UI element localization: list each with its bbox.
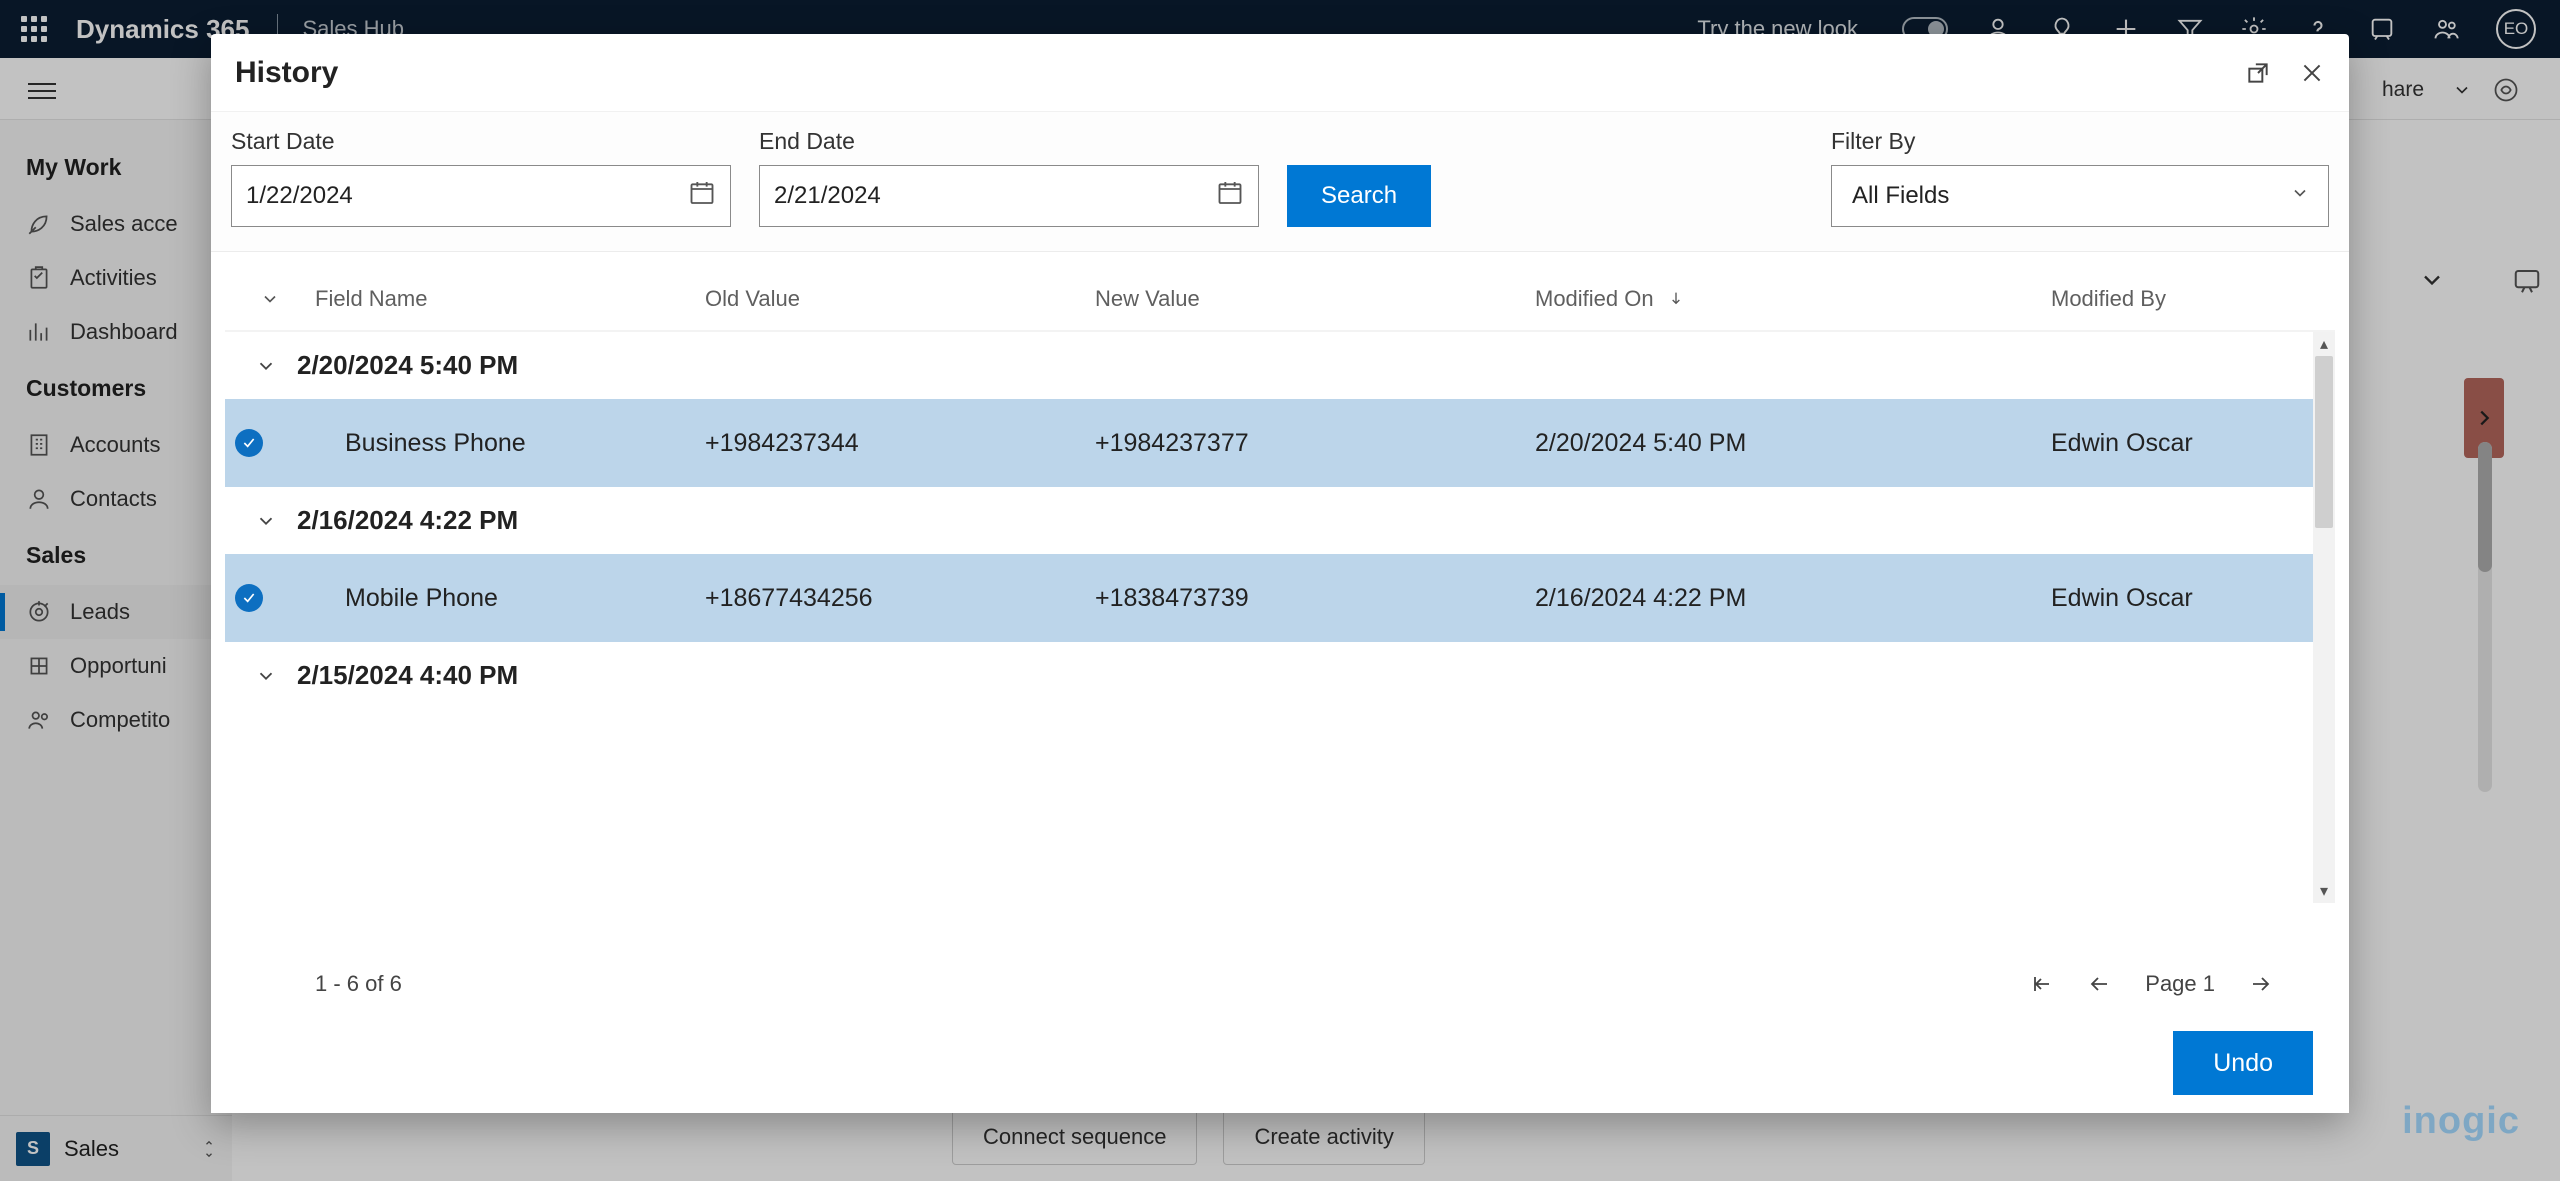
cell-modified-by: Edwin Oscar [2005,429,2335,458]
row-select-check[interactable] [235,584,263,612]
prev-page-icon[interactable] [2087,972,2111,996]
start-date-label: Start Date [231,128,731,155]
scrollbar[interactable]: ▴ ▾ [2313,332,2335,903]
watermark-text: inogic [2402,1100,2520,1142]
watermark: inogic [2402,1100,2520,1143]
history-dialog: History Start Date 1/22/2024 End Date 2/… [211,34,2349,1113]
dialog-title: History [235,56,338,90]
col-new-value[interactable]: New Value [1095,286,1535,312]
calendar-icon[interactable] [688,179,716,214]
group-header[interactable]: 2/20/2024 5:40 PM [225,332,2335,399]
search-button[interactable]: Search [1287,165,1431,227]
history-table: Field Name Old Value New Value Modified … [225,272,2335,1013]
chevron-down-icon [2290,182,2310,210]
group-header[interactable]: 2/16/2024 4:22 PM [225,487,2335,554]
cell-new-value: +1838473739 [1095,584,1535,613]
group-header[interactable]: 2/15/2024 4:40 PM [225,642,2335,709]
undo-button[interactable]: Undo [2173,1031,2313,1095]
col-field-name[interactable]: Field Name [315,286,705,312]
end-date-label: End Date [759,128,1259,155]
chevron-down-icon [255,355,277,377]
sort-desc-icon [1668,286,1684,311]
col-old-value[interactable]: Old Value [705,286,1095,312]
scroll-up-icon[interactable]: ▴ [2313,332,2335,356]
calendar-icon[interactable] [1216,179,1244,214]
filter-row: Start Date 1/22/2024 End Date 2/21/2024 … [211,112,2349,252]
first-page-icon[interactable] [2029,972,2053,996]
cell-modified-by: Edwin Oscar [2005,584,2335,613]
col-modified-on-label: Modified On [1535,286,1654,311]
chevron-down-icon [255,510,277,532]
chevron-down-icon [255,665,277,687]
pager-page: Page 1 [2145,971,2215,997]
cell-new-value: +1984237377 [1095,429,1535,458]
dialog-header: History [211,34,2349,112]
group-timestamp: 2/16/2024 4:22 PM [297,505,518,536]
pager-range: 1 - 6 of 6 [315,971,402,997]
cell-modified-on: 2/20/2024 5:40 PM [1535,429,2005,458]
table-body: 2/20/2024 5:40 PM Business Phone +198423… [225,332,2335,955]
popout-icon[interactable] [2245,60,2271,86]
start-date-input[interactable]: 1/22/2024 [231,165,731,227]
next-page-icon[interactable] [2249,972,2273,996]
table-header: Field Name Old Value New Value Modified … [225,272,2335,332]
dialog-footer: Undo [211,1013,2349,1113]
end-date-input[interactable]: 2/21/2024 [759,165,1259,227]
col-modified-on[interactable]: Modified On [1535,286,2005,312]
cell-modified-on: 2/16/2024 4:22 PM [1535,584,2005,613]
expand-all-toggle[interactable] [225,286,315,312]
cell-old-value: +18677434256 [705,584,1095,613]
group-timestamp: 2/20/2024 5:40 PM [297,350,518,381]
cell-field-name: Mobile Phone [315,584,705,613]
filter-by-label: Filter By [1831,128,2329,155]
pager: 1 - 6 of 6 Page 1 [225,955,2313,1013]
close-icon[interactable] [2299,60,2325,86]
table-row[interactable]: Business Phone +1984237344 +1984237377 2… [225,399,2335,487]
group-timestamp: 2/15/2024 4:40 PM [297,660,518,691]
scroll-thumb[interactable] [2315,356,2333,528]
col-modified-by[interactable]: Modified By [2005,286,2335,312]
cell-old-value: +1984237344 [705,429,1095,458]
row-select-check[interactable] [235,429,263,457]
filter-by-select[interactable]: All Fields [1831,165,2329,227]
cell-field-name: Business Phone [315,429,705,458]
end-date-value: 2/21/2024 [774,182,881,210]
start-date-value: 1/22/2024 [246,182,353,210]
table-row[interactable]: Mobile Phone +18677434256 +1838473739 2/… [225,554,2335,642]
filter-by-value: All Fields [1852,182,1949,210]
scroll-down-icon[interactable]: ▾ [2313,879,2335,903]
